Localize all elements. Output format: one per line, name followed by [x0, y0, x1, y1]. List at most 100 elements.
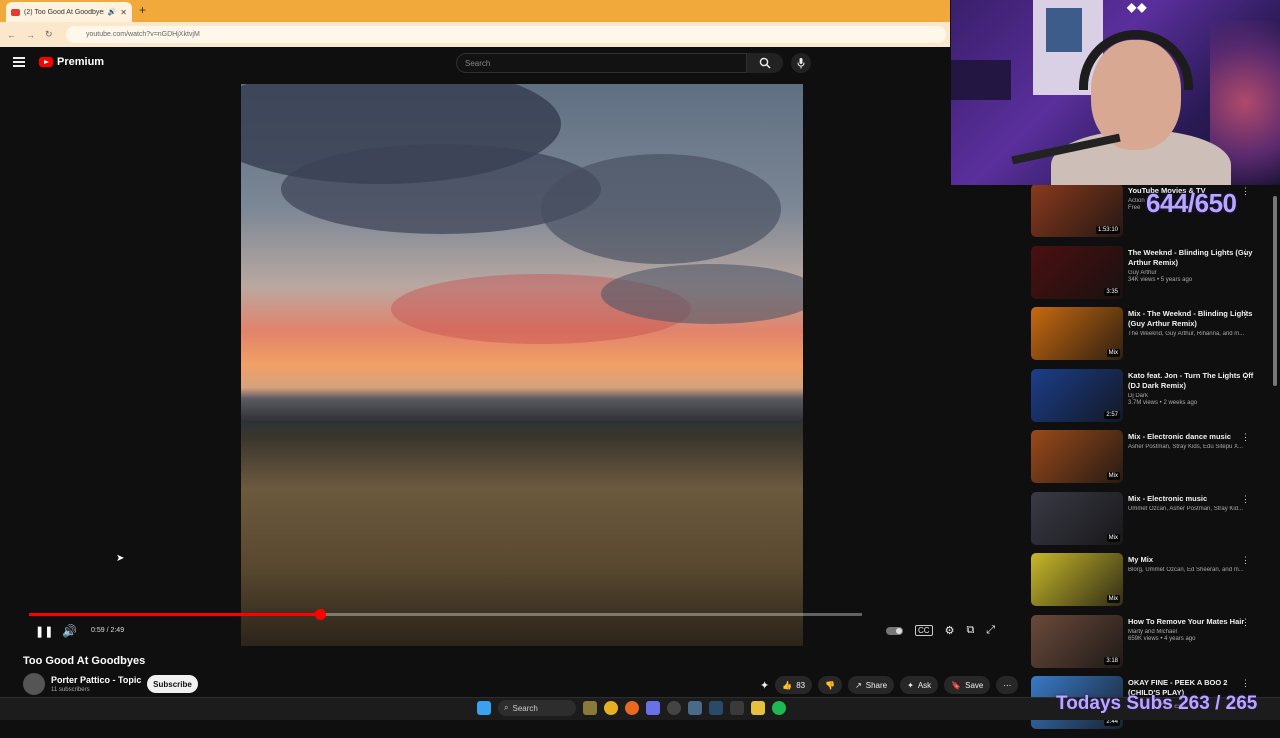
share-button[interactable]: ↗ Share — [848, 676, 895, 694]
reload-icon[interactable]: ↻ — [45, 29, 53, 40]
recommendation-channel[interactable]: Marty and Michael — [1128, 629, 1260, 635]
address-toolbar: ← → ↻ youtube.com/watch?v=nGDHjXktvjM — [0, 22, 950, 47]
widgets-icon[interactable] — [583, 701, 597, 715]
webcam-overlay: ◆◆ — [951, 0, 1280, 185]
video-thumbnail[interactable]: 3:35 — [1031, 245, 1123, 299]
youtube-play-icon — [39, 57, 53, 67]
recommendation-channel[interactable]: Blorg, Ummet Ozcan, Ed Sheeran, and m... — [1128, 567, 1260, 573]
video-thumbnail[interactable]: Mix — [1031, 491, 1123, 545]
fullscreen-icon[interactable]: ⤢ — [986, 624, 995, 637]
scrollbar[interactable] — [1273, 196, 1277, 386]
search-input[interactable]: Search — [456, 53, 747, 73]
taskbar-icons: ⌕ Search — [477, 700, 786, 716]
more-options-icon[interactable]: ⋮ — [1241, 248, 1250, 259]
search-icon[interactable] — [747, 53, 783, 73]
taskbar-search[interactable]: ⌕ Search — [498, 700, 576, 716]
firefox-icon[interactable] — [625, 701, 639, 715]
channel-avatar[interactable] — [23, 673, 45, 695]
more-options-icon[interactable]: ⋮ — [1241, 494, 1250, 505]
video-thumbnail[interactable]: Mix — [1031, 307, 1123, 360]
recommendation-meta: 3.7M views • 2 weeks ago — [1128, 399, 1198, 406]
miniplayer-icon[interactable]: ⧉ — [966, 624, 974, 637]
duration-badge: Mix — [1106, 472, 1120, 480]
new-tab-button[interactable]: + — [139, 3, 146, 17]
video-thumbnail[interactable]: Mix — [1031, 553, 1123, 606]
pause-icon[interactable]: ❚❚ — [35, 625, 53, 638]
duration-badge: 3:35 — [1104, 287, 1120, 296]
video-thumbnail[interactable]: Mix — [1031, 430, 1123, 483]
video-thumbnail[interactable]: 2:57 — [1031, 368, 1123, 422]
more-options-icon[interactable]: ⋮ — [1241, 678, 1250, 689]
more-actions-button[interactable]: ⋯ — [996, 676, 1019, 694]
xbox-icon[interactable] — [730, 701, 744, 715]
youtube-favicon-icon — [11, 8, 20, 16]
more-options-icon[interactable]: ⋮ — [1241, 555, 1250, 566]
duration-badge: Mix — [1106, 595, 1120, 603]
duration-badge: Mix — [1106, 349, 1120, 357]
dislike-button[interactable]: 👎 — [818, 676, 843, 694]
share-icon: ↗ — [855, 680, 862, 690]
ask-button[interactable]: ✦ Ask — [900, 676, 939, 694]
spotify-icon[interactable] — [772, 701, 786, 715]
video-frame[interactable] — [241, 84, 803, 646]
more-options-icon[interactable]: ⋮ — [1241, 371, 1250, 382]
steam-icon[interactable] — [709, 701, 723, 715]
discord-icon[interactable] — [646, 701, 660, 715]
more-options-icon[interactable]: ⋮ — [1241, 617, 1250, 628]
like-count: 83 — [796, 680, 806, 690]
recommendation-item[interactable]: 2:57 Kato feat. Jon - Turn The Lights Off… — [1031, 368, 1260, 428]
forward-arrow-icon[interactable]: → — [26, 30, 35, 40]
settings-gear-icon[interactable]: ⚙ — [945, 624, 955, 637]
recommendation-meta: 659K views • 4 years ago — [1128, 635, 1196, 642]
file-explorer-icon[interactable] — [751, 701, 765, 715]
recommendation-channel[interactable]: Dj Dark — [1128, 393, 1260, 399]
taskbar-search-label: Search — [512, 703, 538, 713]
app-icon[interactable] — [688, 701, 702, 715]
channel-name[interactable]: Porter Pattico - Topic — [51, 675, 141, 685]
ask-label: Ask — [917, 680, 932, 690]
tab-close-icon[interactable]: ✕ — [120, 8, 127, 17]
browser-tab[interactable]: (2) Too Good At Goodbyes 🔊 ✕ — [6, 2, 132, 22]
more-options-icon[interactable]: ⋮ — [1241, 186, 1250, 197]
save-button[interactable]: 🔖 Save — [944, 676, 991, 694]
recommendation-item[interactable]: 3:18 How To Remove Your Mates Hair Marty a… — [1031, 614, 1260, 674]
microphone-icon[interactable] — [791, 53, 811, 73]
progress-bar[interactable] — [29, 609, 862, 620]
autoplay-toggle[interactable] — [886, 626, 903, 635]
back-arrow-icon[interactable]: ← — [7, 30, 16, 40]
recommendation-item[interactable]: Mix Mix - Electronic music Ummet Ozcan, As… — [1031, 491, 1260, 551]
video-thumbnail[interactable]: 3:18 — [1031, 614, 1123, 668]
recommendation-item[interactable]: 3:35 The Weeknd - Blinding Lights (Guy Ar… — [1031, 245, 1260, 305]
captions-icon[interactable]: CC — [915, 625, 933, 636]
recommendation-item[interactable]: Mix My Mix Blorg, Ummet Ozcan, Ed Sheeran,… — [1031, 553, 1260, 612]
obs-icon[interactable] — [667, 701, 681, 715]
youtube-premium-logo[interactable]: Premium — [39, 56, 104, 68]
chrome-icon[interactable] — [604, 701, 618, 715]
tab-title: (2) Too Good At Goodbyes — [24, 8, 104, 16]
video-title: Too Good At Goodbyes — [23, 655, 146, 667]
video-actions: ✦ 👍 83 👎 ↗ Share ✦ Ask 🔖 Save ⋯ — [760, 676, 1019, 694]
progress-played — [29, 613, 320, 616]
recommendation-item[interactable]: Mix Mix - Electronic dance music Asher Pos… — [1031, 430, 1260, 489]
subscribe-button[interactable]: Subscribe — [147, 675, 198, 693]
recommendation-channel[interactable]: The Weeknd, Guy Arthur, Rihanna, and m..… — [1128, 331, 1260, 337]
recommendation-channel[interactable]: Asher Postman, Stray Kids, Edu Sitepu X.… — [1128, 444, 1260, 450]
scrubber-handle[interactable] — [314, 609, 326, 620]
video-thumbnail[interactable]: 1:53:10 — [1031, 184, 1123, 237]
volume-icon[interactable]: 🔊 — [62, 624, 77, 638]
player-right-controls: CC ⚙ ⧉ ⤢ — [886, 624, 995, 637]
search-icon: ⌕ — [504, 703, 509, 712]
hamburger-menu-icon[interactable] — [13, 55, 25, 69]
more-options-icon[interactable]: ⋮ — [1241, 432, 1250, 443]
windows-start-icon[interactable] — [477, 701, 491, 715]
save-label: Save — [965, 680, 984, 690]
like-button[interactable]: 👍 83 — [775, 676, 813, 694]
url-field[interactable]: youtube.com/watch?v=nGDHjXktvjM — [66, 26, 946, 43]
share-label: Share — [865, 680, 888, 690]
recommendation-channel[interactable]: Guy Arthur — [1128, 270, 1260, 276]
time-display: 0:59 / 2:49 — [91, 627, 125, 634]
recommendation-item[interactable]: Mix Mix - The Weeknd - Blinding Lights (G… — [1031, 307, 1260, 366]
more-options-icon[interactable]: ⋮ — [1241, 309, 1250, 320]
recommendation-channel[interactable]: Ummet Ozcan, Asher Postman, Stray Kid... — [1128, 506, 1260, 512]
sparkle-icon[interactable]: ✦ — [760, 679, 769, 692]
